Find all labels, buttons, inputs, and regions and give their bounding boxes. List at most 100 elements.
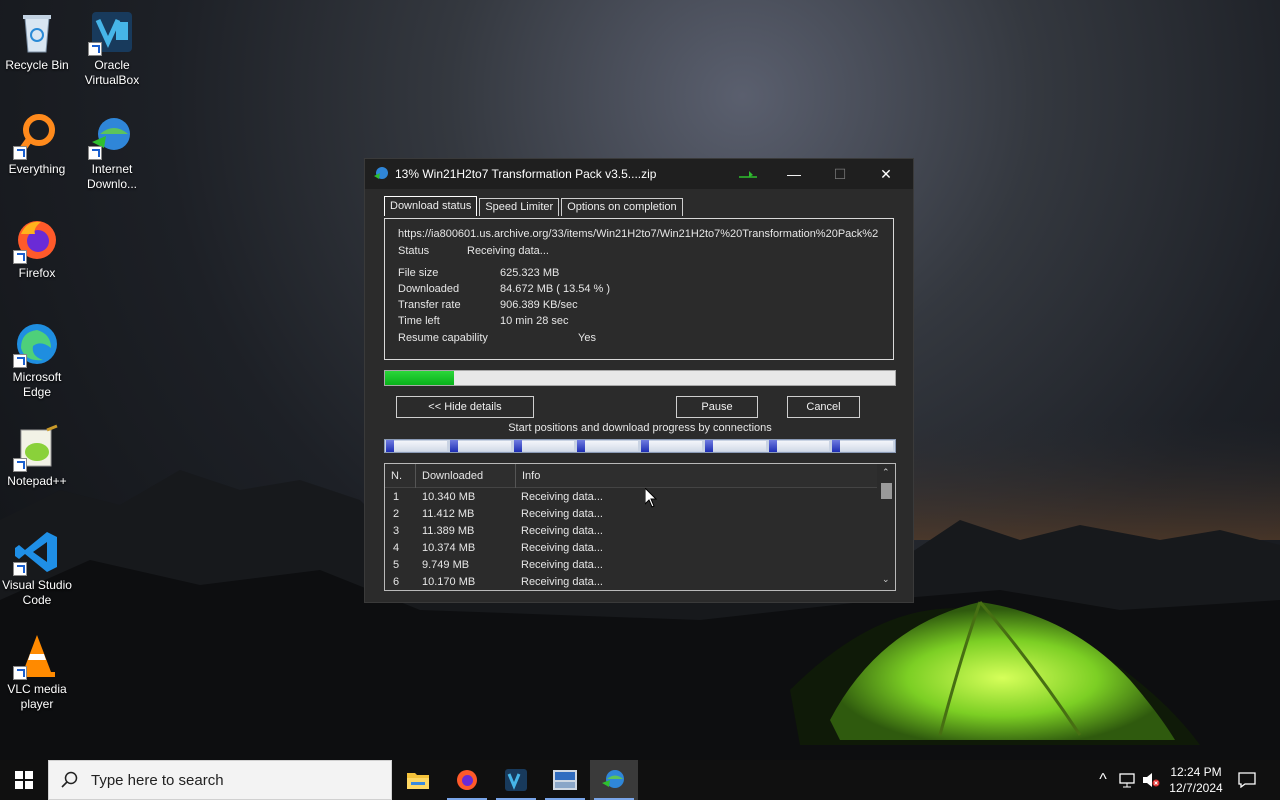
status-value: Receiving data... [467, 245, 549, 257]
connection-segment [644, 441, 702, 451]
connections-caption: Start positions and download progress by… [508, 422, 772, 434]
detail-value: 10 min 28 sec [500, 315, 569, 327]
close-button[interactable]: ✕ [863, 159, 909, 189]
desktop-icon-vlc[interactable]: VLC media player [0, 632, 74, 712]
row-number: 6 [393, 576, 400, 588]
column-header-downloaded[interactable]: Downloaded [416, 464, 516, 488]
row-info: Receiving data... [521, 559, 603, 571]
connection-position-marker [577, 440, 586, 452]
desktop-icon-label: Firefox [18, 266, 56, 280]
detail-label: Transfer rate [398, 299, 461, 311]
close-icon: ✕ [880, 165, 892, 182]
desktop-icon-internet-download-manager[interactable]: Internet Downlo... [75, 112, 149, 192]
window-title: 13% Win21H2to7 Transformation Pack v3.5.… [395, 167, 657, 181]
row-downloaded: 11.389 MB [422, 525, 475, 537]
scroll-up-icon[interactable]: ⌃ [882, 467, 890, 478]
taskbar-clock[interactable]: 12:24 PM 12/7/2024 [1166, 764, 1226, 796]
windows-logo-icon [15, 771, 33, 789]
row-info: Receiving data... [521, 525, 603, 537]
taskbar-search-box[interactable]: Type here to search [48, 760, 392, 800]
hide-details-button[interactable]: << Hide details [396, 396, 534, 418]
table-row[interactable]: 6 10.170 MB Receiving data... [385, 574, 877, 590]
desktop-icon-label: Internet Downlo... [86, 162, 138, 191]
clock-date: 12/7/2024 [1169, 781, 1223, 795]
connection-segment [707, 441, 766, 451]
shortcut-arrow-icon [88, 42, 102, 56]
tab-speed-limiter[interactable]: Speed Limiter [479, 198, 560, 216]
row-downloaded: 10.340 MB [422, 491, 476, 503]
desktop-icon-virtualbox[interactable]: Oracle VirtualBox [75, 8, 149, 88]
tab-download-status[interactable]: Download status [384, 196, 478, 216]
minimize-button[interactable]: — [771, 159, 817, 189]
desktop-icon-recycle-bin[interactable]: Recycle Bin [0, 8, 74, 73]
shortcut-arrow-icon [13, 458, 27, 472]
row-info: Receiving data... [521, 542, 603, 554]
row-info: Receiving data... [521, 491, 603, 503]
taskbar-internet-download-manager[interactable] [590, 760, 638, 800]
taskbar: Type here to search ^ 12:24 PM 12/7/2024 [0, 760, 1280, 800]
detail-label: Downloaded [398, 283, 460, 295]
connections-table[interactable]: N. Downloaded Info 1 10.340 MB Receiving d… [384, 463, 896, 591]
window-titlebar[interactable]: 13% Win21H2to7 Transformation Pack v3.5.… [365, 159, 913, 189]
status-label: Status [398, 245, 430, 257]
tray-network-button[interactable] [1116, 760, 1138, 800]
vscode-icon [13, 528, 61, 576]
scrollbar-thumb[interactable] [881, 483, 892, 499]
maximize-icon: ☐ [833, 165, 847, 182]
pause-button[interactable]: Pause [676, 396, 758, 418]
utility-app-icon [553, 770, 577, 790]
table-row[interactable]: 1 10.340 MB Receiving data... [385, 489, 877, 506]
taskbar-virtualbox[interactable] [492, 760, 540, 800]
row-downloaded: 10.374 MB [422, 542, 476, 554]
cancel-button[interactable]: Cancel [787, 396, 860, 418]
table-row[interactable]: 5 9.749 MB Receiving data... [385, 557, 877, 574]
row-number: 1 [393, 491, 400, 503]
start-button[interactable] [0, 760, 48, 800]
action-center-button[interactable] [1234, 760, 1260, 800]
table-header: N. Downloaded Info [385, 464, 877, 488]
connection-position-marker [768, 440, 777, 452]
connection-position-marker [513, 440, 522, 452]
search-icon [61, 771, 78, 788]
table-row[interactable]: 3 11.389 MB Receiving data... [385, 523, 877, 540]
maximize-button[interactable]: ☐ [817, 159, 863, 189]
taskbar-tool-app[interactable] [541, 760, 589, 800]
shortcut-arrow-icon [13, 146, 27, 160]
desktop-icon-everything[interactable]: Everything [0, 112, 74, 177]
idm-flag-icon [739, 171, 757, 178]
progress-fill [385, 371, 455, 385]
taskbar-firefox[interactable] [443, 760, 491, 800]
shortcut-arrow-icon [13, 666, 27, 680]
notepad-plus-plus-icon [13, 424, 61, 472]
row-number: 2 [393, 508, 400, 520]
taskbar-file-explorer[interactable] [394, 760, 442, 800]
tray-volume-button[interactable] [1140, 760, 1162, 800]
mouse-cursor-icon [645, 488, 657, 508]
desktop-icon-edge[interactable]: Microsoft Edge [0, 320, 74, 400]
table-row[interactable]: 2 11.412 MB Receiving data... [385, 506, 877, 523]
search-placeholder: Type here to search [91, 771, 224, 789]
table-row[interactable]: 4 10.374 MB Receiving data... [385, 540, 877, 557]
magnifier-icon [13, 112, 61, 160]
virtualbox-icon [88, 8, 136, 56]
connection-position-marker [386, 440, 394, 452]
desktop-icon-firefox[interactable]: Firefox [0, 216, 74, 281]
scroll-down-icon[interactable]: ⌄ [882, 574, 890, 585]
notification-icon [1238, 772, 1256, 788]
desktop-icon-notepad-plus-plus[interactable]: Notepad++ [0, 424, 74, 489]
tray-overflow-button[interactable]: ^ [1093, 760, 1113, 800]
column-header-info[interactable]: Info [516, 464, 877, 488]
row-number: 5 [393, 559, 400, 571]
edge-icon [13, 320, 61, 368]
download-progress-window[interactable]: 13% Win21H2to7 Transformation Pack v3.5.… [364, 158, 914, 603]
download-progress-bar [384, 370, 896, 386]
firefox-icon [13, 216, 61, 264]
volume-muted-icon [1143, 773, 1160, 787]
idm-app-icon [374, 167, 388, 179]
detail-value: 625.323 MB [500, 267, 560, 279]
tab-options-on-completion[interactable]: Options on completion [561, 198, 683, 216]
column-header-number[interactable]: N. [385, 464, 416, 488]
table-scrollbar[interactable]: ⌃ ⌄ [878, 464, 895, 590]
connection-position-marker [449, 440, 458, 452]
desktop-icon-vscode[interactable]: Visual Studio Code [0, 528, 74, 608]
